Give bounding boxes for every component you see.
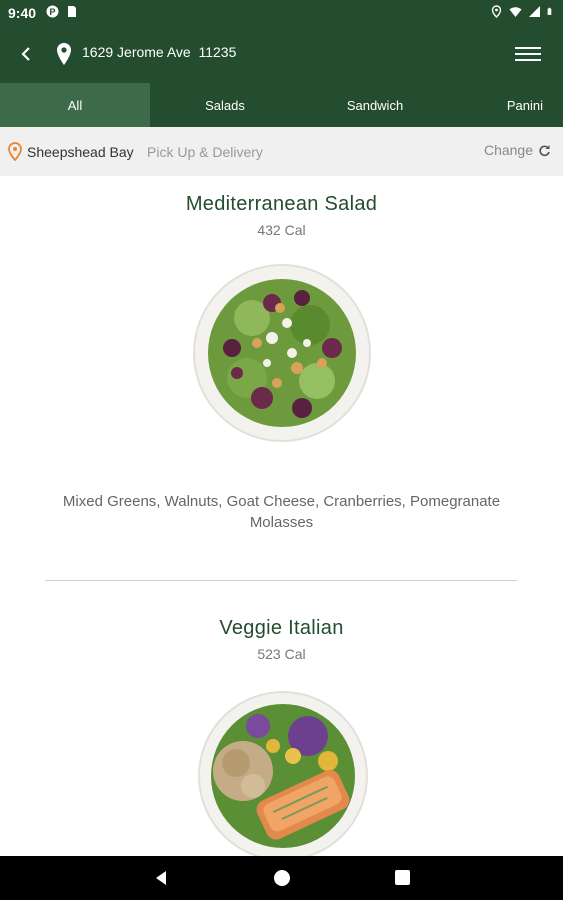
menu-item-name: Veggie Italian (219, 617, 344, 639)
tab-all[interactable]: All (0, 83, 150, 127)
store-name: Sheepshead Bay (27, 144, 134, 160)
menu-list: Mediterranean Salad 432 Cal Mixed Greens… (0, 176, 563, 856)
store-selector-bar: Sheepshead Bay Pick Up & Delivery Change (0, 127, 563, 176)
hamburger-menu-button[interactable] (515, 41, 541, 67)
delivery-address[interactable]: 1629 Jerome Ave 11235 (82, 44, 236, 60)
menu-item-description: Mixed Greens, Walnuts, Goat Cheese, Cran… (62, 493, 501, 531)
veggie-italian-image[interactable] (198, 691, 368, 856)
system-nav-bar (0, 856, 563, 900)
status-bar: 9:40 P (0, 0, 563, 25)
nav-back-icon[interactable] (152, 869, 170, 887)
menu-item-header[interactable]: Mediterranean Salad 432 Cal (0, 193, 563, 238)
menu-item-header[interactable]: Veggie Italian 523 Cal (0, 617, 563, 662)
tab-panini[interactable]: Panini (488, 83, 563, 127)
status-time: 9:40 (8, 5, 37, 21)
nav-recent-apps-icon[interactable] (395, 870, 410, 885)
menu-line-icon (515, 59, 541, 61)
store-pin-icon (8, 142, 22, 161)
notification-icons: P (46, 5, 78, 18)
location-status-icon (491, 5, 502, 18)
back-button[interactable] (12, 40, 40, 68)
battery-icon (547, 7, 552, 15)
menu-line-icon (515, 53, 541, 55)
system-icons (490, 5, 555, 18)
order-mode: Pick Up & Delivery (147, 144, 263, 160)
back-arrow-icon (21, 47, 30, 61)
tab-sandwich[interactable]: Sandwich (300, 83, 450, 127)
sd-card-icon (68, 6, 76, 17)
app-bar: 1629 Jerome Ave 11235 (0, 25, 563, 83)
location-pin-icon (57, 43, 71, 65)
tab-salads[interactable]: Salads (150, 83, 300, 127)
signal-icon (529, 6, 540, 17)
menu-item-name: Mediterranean Salad (185, 193, 378, 215)
item-divider (45, 580, 517, 581)
menu-line-icon (515, 47, 541, 49)
nav-home-icon[interactable] (274, 870, 290, 886)
mediterranean-salad-image[interactable] (192, 263, 372, 443)
change-store-button[interactable]: Change (484, 142, 551, 158)
category-tabs: All Salads Sandwich Panini (0, 83, 563, 127)
wifi-icon (509, 7, 522, 17)
menu-item-calories: 523 Cal (257, 646, 306, 662)
svg-text:P: P (49, 7, 55, 17)
refresh-icon (539, 144, 550, 156)
notification-app-icon: P (46, 5, 59, 18)
menu-item-calories: 432 Cal (257, 222, 306, 238)
change-label: Change (483, 142, 533, 158)
